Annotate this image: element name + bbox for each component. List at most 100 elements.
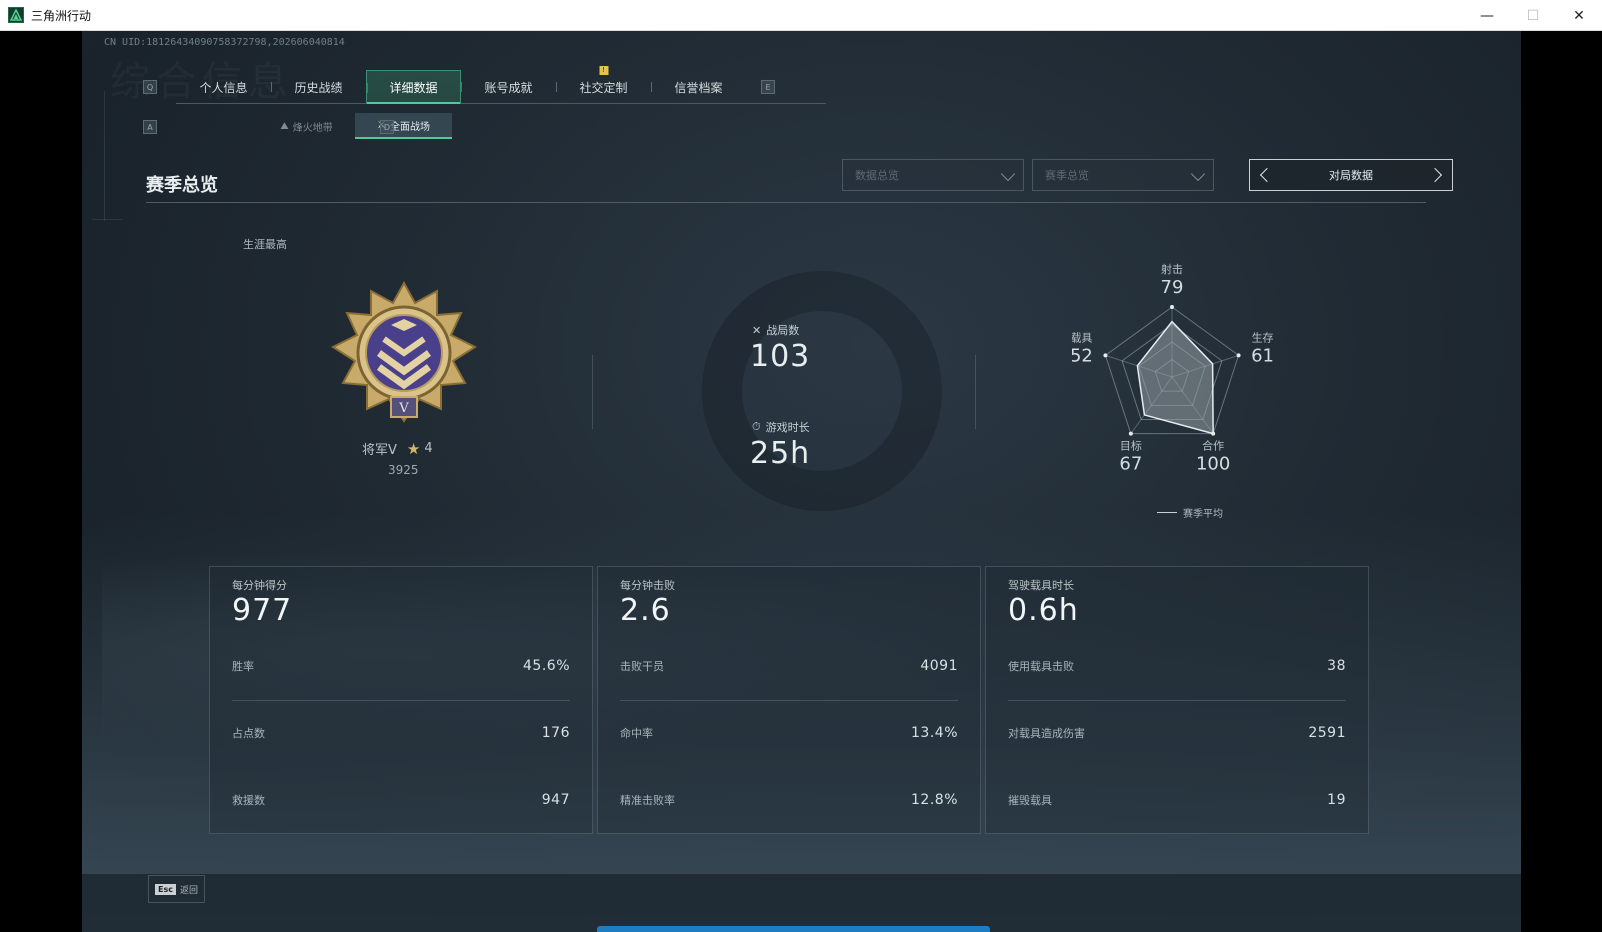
row-value: 12.8% bbox=[911, 792, 958, 808]
tab-label: 社交定制 bbox=[579, 80, 628, 95]
tab-label: 账号成就 bbox=[484, 80, 533, 95]
subtab-battlefield[interactable]: ⚔ 全面战场 bbox=[355, 113, 452, 139]
close-button[interactable]: ✕ bbox=[1556, 0, 1602, 31]
select-value: 赛季总览 bbox=[1045, 169, 1089, 182]
radar-series-area bbox=[1136, 320, 1214, 435]
tab-label: 详细数据 bbox=[389, 80, 438, 95]
card-label: 每分钟击败 bbox=[620, 579, 675, 592]
window-titlebar: 三角洲行动 — ☐ ✕ bbox=[0, 0, 1602, 31]
row-divider bbox=[232, 700, 570, 701]
matches-label-text: 战局数 bbox=[766, 324, 800, 337]
tab-credit-record[interactable]: 信誉档案 bbox=[651, 70, 746, 104]
season-select[interactable]: 赛季总览 bbox=[1032, 159, 1214, 191]
row-divider bbox=[1008, 700, 1346, 701]
radar-axis-dot bbox=[1103, 353, 1108, 358]
subtab-next-key-hint[interactable]: D bbox=[380, 120, 394, 134]
card-row: 占点数 176 bbox=[232, 723, 570, 743]
decor-line bbox=[92, 219, 122, 220]
tab-label: 信誉档案 bbox=[674, 80, 723, 95]
radar-axis-dot bbox=[1170, 305, 1174, 309]
maximize-button[interactable]: ☐ bbox=[1510, 0, 1556, 31]
subtab-prev-key-hint[interactable]: A bbox=[143, 120, 157, 134]
kills-card: 每分钟击败 2.6 击败干员 4091 命中率 13.4% 精准击败率 12.8% bbox=[597, 566, 981, 834]
bottom-bar bbox=[82, 874, 1521, 932]
subtab-hazard-zone[interactable]: ⛰ 烽火地带 bbox=[258, 113, 355, 139]
rank-points: 3925 bbox=[388, 463, 419, 477]
card-row: 对载具造成伤害 2591 bbox=[1008, 723, 1346, 743]
card-value: 0.6h bbox=[1008, 593, 1079, 628]
radar-axis-dot bbox=[1236, 353, 1241, 358]
row-key: 使用载具击败 bbox=[1008, 660, 1074, 673]
row-divider bbox=[620, 700, 958, 701]
tab-personal-info[interactable]: 个人信息 bbox=[176, 70, 271, 104]
section-title: 赛季总览 bbox=[146, 175, 218, 196]
subtab-label: 全面战场 bbox=[389, 121, 430, 133]
radar-axis-label: 生存 bbox=[1252, 330, 1274, 344]
row-value: 176 bbox=[541, 725, 570, 741]
back-button[interactable]: Esc 返回 bbox=[148, 875, 205, 903]
background-satellite-dish bbox=[702, 271, 942, 511]
chevron-left-icon[interactable] bbox=[1259, 167, 1275, 183]
app-logo-icon bbox=[8, 7, 24, 23]
svg-text:V: V bbox=[398, 401, 409, 416]
row-key: 占点数 bbox=[232, 727, 265, 740]
card-label: 每分钟得分 bbox=[232, 579, 287, 592]
vehicle-card: 驾驶载具时长 0.6h 使用载具击败 38 对载具造成伤害 2591 摧毁载具 19 bbox=[985, 566, 1369, 834]
chevron-right-icon[interactable] bbox=[1427, 167, 1443, 183]
card-row: 命中率 13.4% bbox=[620, 723, 958, 743]
game-viewport: 综合信息 CN UID:18126434090758372798,2026060… bbox=[0, 31, 1602, 932]
playtime-value: 25h bbox=[750, 436, 811, 471]
radar-axis-value: 52 bbox=[1072, 345, 1093, 366]
chevron-down-icon bbox=[1000, 166, 1016, 182]
pager-label: 对局数据 bbox=[1329, 169, 1373, 182]
row-value: 13.4% bbox=[911, 725, 958, 741]
crossed-swords-icon: ✕ bbox=[752, 323, 762, 337]
playtime-label-text: 游戏时长 bbox=[765, 421, 810, 434]
radar-axis-label: 合作 bbox=[1202, 439, 1224, 453]
chevron-down-icon bbox=[1190, 166, 1206, 182]
card-value: 2.6 bbox=[620, 593, 671, 628]
card-row: 击败干员 4091 bbox=[620, 656, 958, 676]
minimize-button[interactable]: — bbox=[1464, 0, 1510, 31]
tab-detailed-data[interactable]: 详细数据 bbox=[366, 70, 461, 104]
card-row: 胜率 45.6% bbox=[232, 656, 570, 676]
row-key: 精准击败率 bbox=[620, 794, 675, 807]
mode-subtabs: ⛰ 烽火地带 ⚔ 全面战场 bbox=[258, 113, 452, 139]
tab-label: 历史战绩 bbox=[294, 80, 343, 95]
tab-match-history[interactable]: 历史战绩 bbox=[271, 70, 366, 104]
legend-line bbox=[1157, 512, 1177, 513]
card-row: 救援数 947 bbox=[232, 790, 570, 810]
back-label: 返回 bbox=[179, 885, 198, 896]
row-key: 击败干员 bbox=[620, 660, 664, 673]
notification-badge: ! bbox=[599, 66, 608, 75]
radar-axis-value: 100 bbox=[1196, 454, 1230, 475]
tab-social-customize[interactable]: ! 社交定制 bbox=[556, 66, 651, 104]
card-value: 977 bbox=[232, 593, 293, 628]
card-row: 精准击败率 12.8% bbox=[620, 790, 958, 810]
row-value: 38 bbox=[1327, 658, 1346, 674]
tab-achievements[interactable]: 账号成就 bbox=[461, 70, 556, 104]
loading-progress-bar bbox=[597, 926, 990, 932]
section-divider bbox=[146, 202, 1426, 203]
subtab-label: 烽火地带 bbox=[292, 122, 333, 134]
select-value: 数据总览 bbox=[855, 169, 899, 182]
rank-title: 将军V bbox=[362, 443, 397, 458]
radar-axis-dot bbox=[1128, 431, 1133, 436]
esc-key-icon: Esc bbox=[155, 883, 176, 895]
main-tabs: 个人信息 历史战绩 详细数据 账号成就 ! 社交定制 信誉档案 bbox=[176, 66, 826, 104]
row-value: 45.6% bbox=[523, 658, 570, 674]
radar-axis-label: 载具 bbox=[1072, 331, 1092, 344]
radar-axis-value: 79 bbox=[1161, 277, 1184, 298]
tab-prev-key-hint[interactable]: Q bbox=[143, 80, 157, 94]
playtime-label: ⏱ 游戏时长 bbox=[752, 419, 810, 435]
match-data-pager: 对局数据 bbox=[1249, 159, 1453, 191]
row-value: 4091 bbox=[920, 658, 958, 674]
radar-legend: 赛季平均 bbox=[1157, 505, 1223, 520]
tab-next-key-hint[interactable]: E bbox=[761, 80, 775, 94]
window-title: 三角洲行动 bbox=[31, 8, 92, 23]
radar-axis-label: 目标 bbox=[1120, 439, 1142, 453]
card-label: 驾驶载具时长 bbox=[1008, 579, 1074, 592]
data-overview-select[interactable]: 数据总览 bbox=[842, 159, 1024, 191]
ability-radar-chart: 射击79 生存61 合作100 目标67 载具52 bbox=[1072, 262, 1274, 475]
career-best-label: 生涯最高 bbox=[243, 238, 287, 251]
